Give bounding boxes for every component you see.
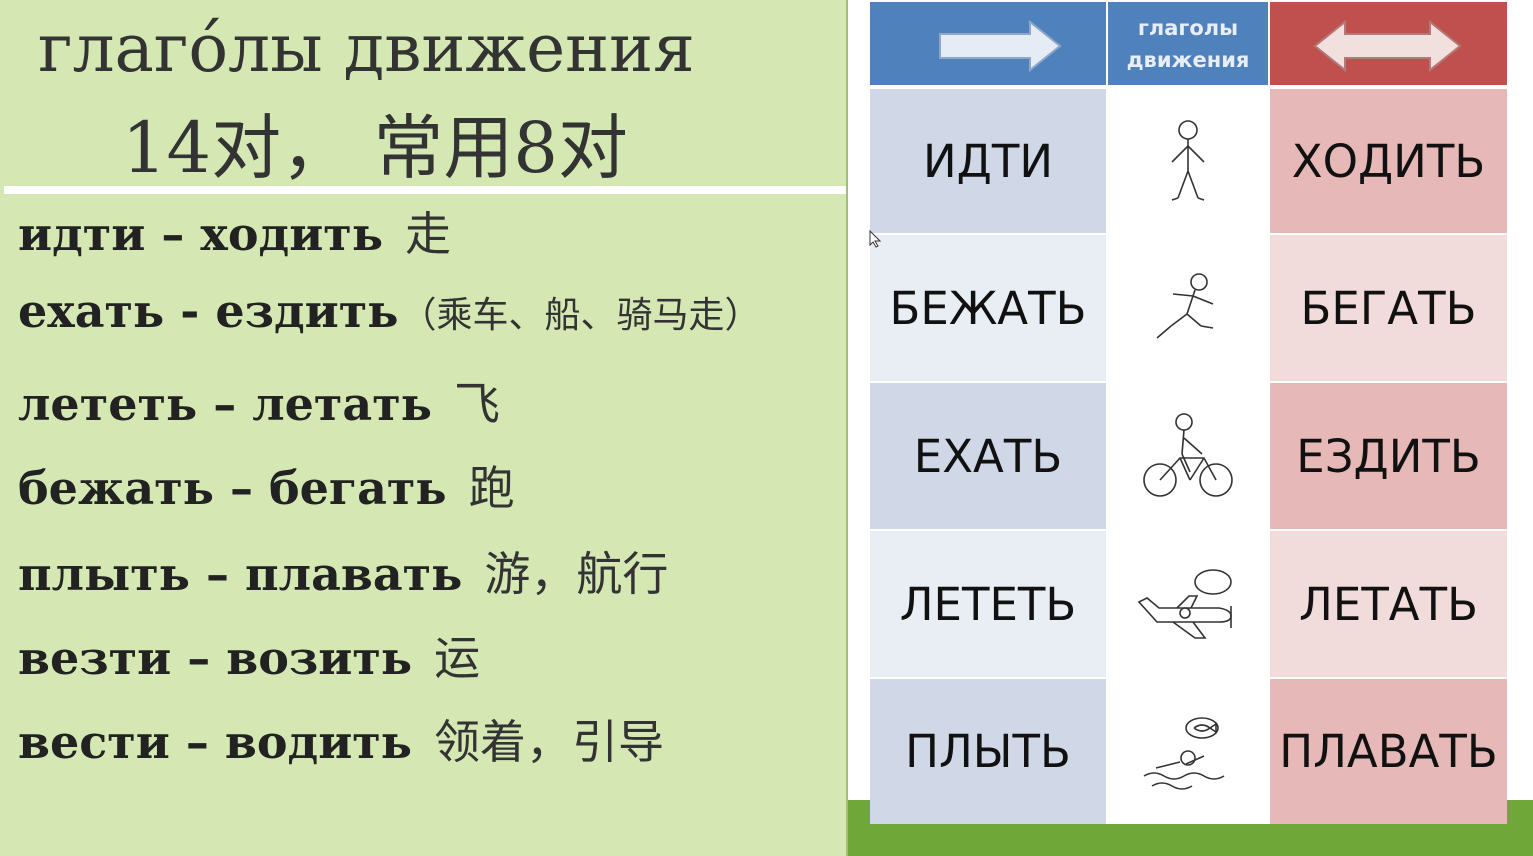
mouse-cursor-icon [869, 230, 881, 248]
running-man-icon [1156, 273, 1214, 339]
verb-pair-chinese: 领着，引导 [434, 715, 665, 769]
header-title: глаголы движения [1108, 2, 1268, 85]
header-unidirectional [870, 2, 1106, 85]
verb-pair-item: вести – водить 领着，引导 [18, 706, 664, 772]
verb-pair-chinese: 飞 [453, 377, 500, 431]
verb-pair-chinese: 走 [405, 207, 452, 261]
verb-pair-chinese: 跑 [468, 461, 515, 515]
airplane-icon [1137, 569, 1232, 639]
verb-pair-item: бежать – бегать 跑 [18, 452, 515, 518]
title-divider [4, 186, 846, 194]
verb-pair-item: везти – возить 运 [18, 622, 480, 688]
header-title-text: глаголы движения [1126, 15, 1250, 72]
page-margin [1507, 0, 1533, 800]
row-illustration [1108, 89, 1268, 233]
verb-pair-item: идти – ходить 走 [18, 198, 451, 264]
unidirectional-verb: ИДТИ [870, 89, 1106, 233]
motion-verbs-table: глаголы движения ИДТИ ХОДИТЬ БЕЖАТЬ БЕГА… [870, 0, 1507, 824]
verb-pair-chinese: 运 [434, 631, 481, 685]
verb-pair-russian: вести – водить [18, 715, 413, 769]
verb-pair-russian: ехать - ездить [18, 284, 399, 338]
page-title: глаго́лы движения [38, 10, 695, 87]
header-multidirectional [1270, 2, 1507, 85]
slide-panel: глаго́лы движения 14对， 常用8对 идти – ходит… [0, 0, 848, 856]
row-illustration [1108, 235, 1268, 381]
unidirectional-verb: БЕЖАТЬ [870, 235, 1106, 381]
verb-pair-russian: бежать – бегать [18, 461, 447, 515]
verb-pair-russian: плыть – плавать [18, 547, 463, 601]
title-block: глаго́лы движения 14对， 常用8对 [4, 4, 846, 189]
row-illustration [1108, 679, 1268, 824]
multidirectional-verb: ХОДИТЬ [1270, 89, 1507, 233]
right-arrow-icon [939, 19, 1062, 73]
verb-pair-chinese: 游，航行 [484, 547, 669, 601]
verb-pair-russian: идти – ходить [18, 207, 384, 261]
unidirectional-verb: ЛЕТЕТЬ [870, 531, 1106, 677]
walking-man-icon [1171, 120, 1205, 201]
row-illustration [1108, 383, 1268, 529]
page-subtitle: 14对， 常用8对 [122, 107, 628, 189]
verb-pair-russian: лететь – летать [18, 377, 432, 431]
multidirectional-verb: ЛЕТАТЬ [1270, 531, 1507, 677]
bicycle-rider-icon [1143, 413, 1233, 497]
multidirectional-verb: ЕЗДИТЬ [1270, 383, 1507, 529]
unidirectional-verb: ЕХАТЬ [870, 383, 1106, 529]
verb-pair-item: лететь – летать 飞 [18, 368, 500, 434]
verb-pair-item: ехать - ездить（乘车、船、骑马走） [18, 284, 760, 338]
double-arrow-icon [1313, 19, 1462, 73]
multidirectional-verb: ПЛАВАТЬ [1270, 679, 1507, 824]
swimmer-icon [1143, 716, 1225, 790]
multidirectional-verb: БЕГАТЬ [1270, 235, 1507, 381]
row-illustration [1108, 531, 1268, 677]
verb-pair-item: плыть – плавать 游，航行 [18, 538, 668, 604]
verb-pair-russian: везти – возить [18, 631, 413, 685]
unidirectional-verb: ПЛЫТЬ [870, 679, 1106, 824]
verb-pair-chinese: （乘车、船、骑马走） [400, 295, 761, 336]
